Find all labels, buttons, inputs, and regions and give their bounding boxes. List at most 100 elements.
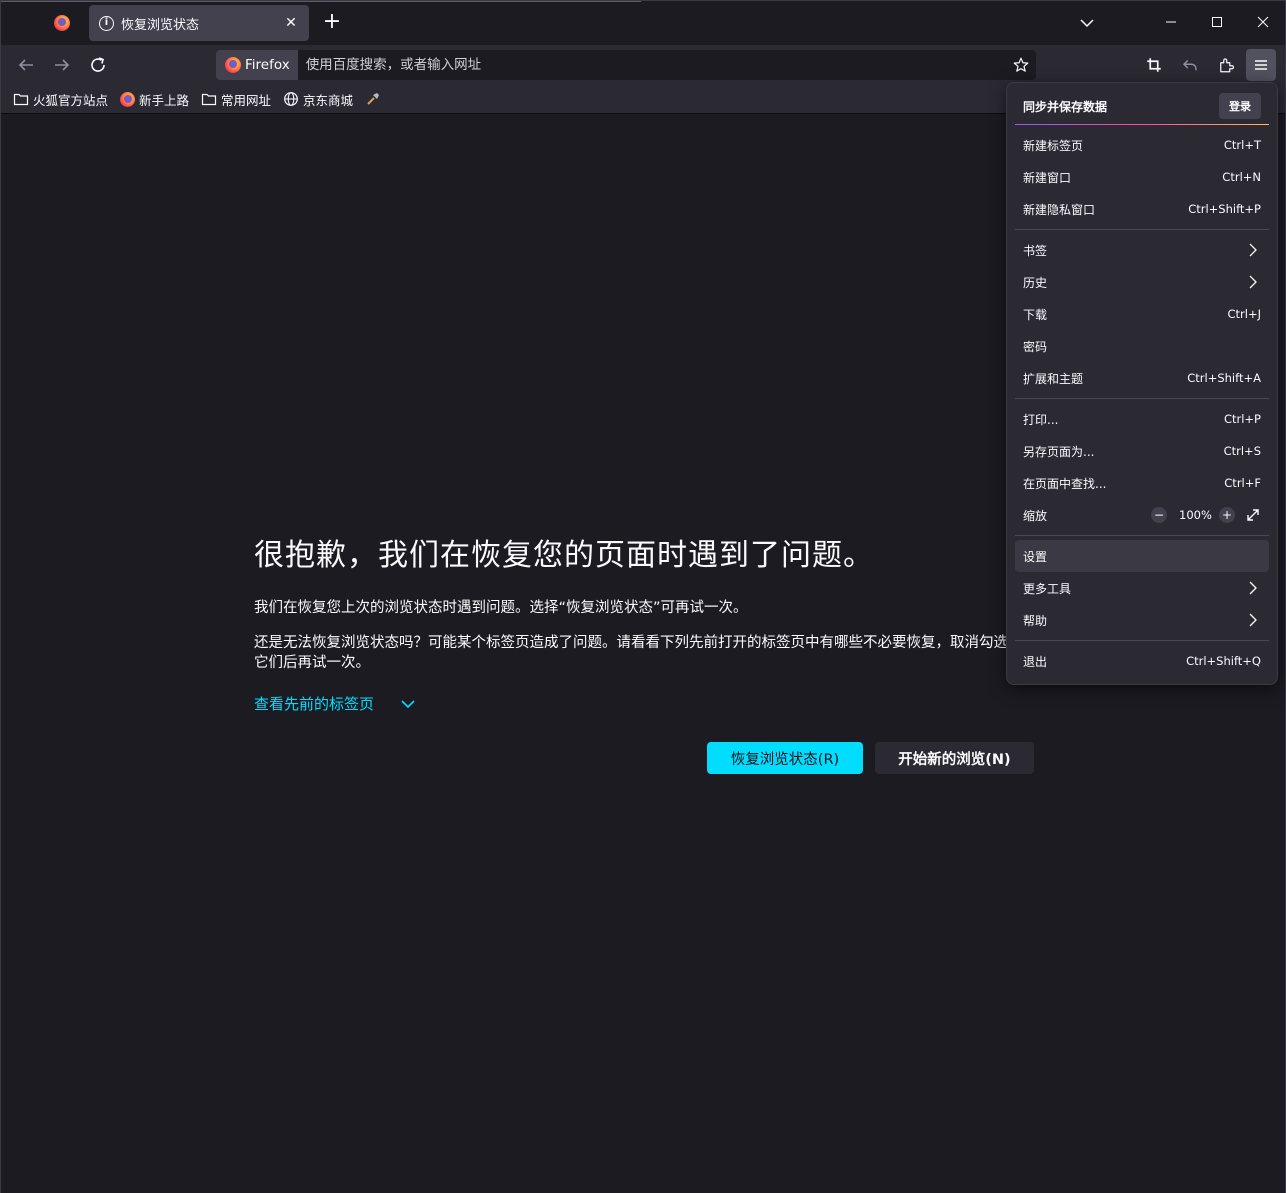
zoom-level[interactable]: 100% bbox=[1179, 508, 1212, 522]
menu-item-downloads[interactable]: 下载 Ctrl+J bbox=[1015, 298, 1269, 330]
menu-item-shortcut: Ctrl+T bbox=[1223, 138, 1261, 152]
gradient-separator bbox=[1015, 124, 1269, 125]
bookmark-label: 新手上路 bbox=[139, 92, 190, 108]
new-tab-button[interactable]: + bbox=[319, 10, 345, 36]
menu-item-shortcut: Ctrl+P bbox=[1223, 412, 1261, 426]
menu-item-label: 新建标签页 bbox=[1023, 138, 1084, 153]
menu-item-label: 新建窗口 bbox=[1023, 170, 1072, 185]
menu-item-label: 帮助 bbox=[1023, 613, 1048, 628]
maximize-icon[interactable] bbox=[1202, 9, 1232, 35]
menu-item-zoom: 缩放 − 100% + bbox=[1015, 499, 1269, 531]
back-arrow-icon[interactable] bbox=[14, 53, 38, 77]
menu-item-shortcut: Ctrl+N bbox=[1222, 170, 1261, 184]
menu-item-shortcut: Ctrl+Shift+Q bbox=[1186, 654, 1261, 668]
menu-item-addons[interactable]: 扩展和主题 Ctrl+Shift+A bbox=[1015, 362, 1269, 394]
menu-item-label: 在页面中查找... bbox=[1023, 476, 1107, 491]
firefox-icon bbox=[225, 57, 241, 73]
menu-item-label: 历史 bbox=[1023, 275, 1048, 290]
zoom-out-button[interactable]: − bbox=[1151, 507, 1167, 523]
minimize-icon[interactable] bbox=[1156, 9, 1186, 35]
menu-separator bbox=[1015, 398, 1269, 399]
chevron-right-icon bbox=[1249, 613, 1257, 627]
forward-arrow-icon[interactable] bbox=[50, 53, 74, 77]
restore-session-button[interactable]: 恢复浏览状态(R) bbox=[707, 742, 863, 774]
error-hint: 还是无法恢复浏览状态吗？可能某个标签页造成了问题。请看看下列先前打开的标签页中有… bbox=[254, 635, 1008, 671]
tab-list-chevron-down-icon[interactable] bbox=[1075, 11, 1099, 35]
reload-icon[interactable] bbox=[86, 53, 110, 77]
bookmark-label: 火狐官方站点 bbox=[33, 92, 109, 108]
tab-close-icon[interactable]: ✕ bbox=[283, 15, 299, 31]
menu-item-print[interactable]: 打印... Ctrl+P bbox=[1015, 403, 1269, 435]
menu-item-label: 更多工具 bbox=[1023, 581, 1072, 596]
bookmark-star-icon[interactable] bbox=[1006, 50, 1036, 80]
browser-window: i 恢复浏览状态 ✕ + Firefox 使用百度搜索，或者输入网址 火狐官方站… bbox=[0, 0, 1286, 1193]
hamburger-menu-icon[interactable] bbox=[1246, 49, 1276, 81]
undo-close-tab-icon[interactable] bbox=[1178, 53, 1202, 77]
navigation-toolbar: Firefox bbox=[1, 45, 1285, 85]
menu-item-label: 退出 bbox=[1023, 654, 1048, 669]
menu-item-bookmarks[interactable]: 书签 bbox=[1015, 234, 1269, 266]
bookmark-item[interactable]: 京东商城 bbox=[283, 90, 353, 109]
menu-item-shortcut: Ctrl+J bbox=[1227, 307, 1262, 321]
menu-item-label: 设置 bbox=[1023, 549, 1048, 564]
menu-item-label: 下载 bbox=[1023, 307, 1048, 322]
login-button[interactable]: 登录 bbox=[1219, 93, 1261, 119]
zoom-controls: − 100% + bbox=[1151, 507, 1261, 523]
menu-item-label: 新建隐私窗口 bbox=[1023, 202, 1096, 217]
menu-item-new-private-window[interactable]: 新建隐私窗口 Ctrl+Shift+P bbox=[1015, 193, 1269, 225]
chevron-right-icon bbox=[1249, 275, 1257, 289]
chevron-down-icon bbox=[401, 699, 415, 708]
bookmark-item[interactable]: 常用网址 bbox=[201, 90, 271, 109]
menu-separator bbox=[1015, 640, 1269, 641]
menu-item-shortcut: Ctrl+Shift+A bbox=[1187, 371, 1261, 385]
error-description: 我们在恢复您上次的浏览状态时遇到问题。选择“恢复浏览状态”可再试一次。 bbox=[254, 600, 748, 616]
identity-box[interactable]: Firefox bbox=[216, 50, 298, 80]
bookmark-item[interactable]: 火狐官方站点 bbox=[13, 90, 108, 109]
menu-item-find-in-page[interactable]: 在页面中查找... Ctrl+F bbox=[1015, 467, 1269, 499]
error-title: 很抱歉，我们在恢复您的页面时遇到了问题。 bbox=[254, 538, 874, 573]
chevron-right-icon bbox=[1249, 581, 1257, 595]
zoom-in-button[interactable]: + bbox=[1219, 507, 1235, 523]
menu-item-passwords[interactable]: 密码 bbox=[1015, 330, 1269, 362]
menu-item-save-page[interactable]: 另存页面为... Ctrl+S bbox=[1015, 435, 1269, 467]
tab-title: 恢复浏览状态 bbox=[121, 17, 200, 33]
bookmarklet-hammer-icon[interactable] bbox=[365, 91, 385, 107]
menu-item-shortcut: Ctrl+Shift+P bbox=[1188, 202, 1261, 216]
app-menu-panel: 同步并保存数据 登录 新建标签页 Ctrl+T 新建窗口 Ctrl+N 新建隐私… bbox=[1006, 82, 1278, 685]
identity-label: Firefox bbox=[245, 57, 290, 73]
url-input[interactable] bbox=[297, 50, 1006, 80]
screenshot-crop-icon[interactable] bbox=[1142, 53, 1166, 77]
bookmark-label: 京东商城 bbox=[303, 92, 354, 108]
folder-icon bbox=[13, 93, 29, 106]
menu-separator bbox=[1015, 229, 1269, 230]
sync-header: 同步并保存数据 登录 bbox=[1015, 91, 1269, 121]
menu-item-new-window[interactable]: 新建窗口 Ctrl+N bbox=[1015, 161, 1269, 193]
menu-item-label: 另存页面为... bbox=[1023, 444, 1095, 459]
menu-item-help[interactable]: 帮助 bbox=[1015, 604, 1269, 636]
tab-strip: i 恢复浏览状态 ✕ + bbox=[1, 1, 1285, 45]
menu-item-quit[interactable]: 退出 Ctrl+Shift+Q bbox=[1015, 645, 1269, 677]
bookmark-label: 常用网址 bbox=[221, 92, 272, 108]
window-close-icon[interactable] bbox=[1248, 9, 1278, 35]
menu-item-new-tab[interactable]: 新建标签页 Ctrl+T bbox=[1015, 129, 1269, 161]
start-new-session-button[interactable]: 开始新的浏览(N) bbox=[875, 742, 1034, 774]
view-previous-tabs-label: 查看先前的标签页 bbox=[254, 695, 375, 713]
menu-item-label: 扩展和主题 bbox=[1023, 371, 1084, 386]
firefox-view-icon[interactable] bbox=[54, 15, 70, 31]
menu-item-label: 打印... bbox=[1023, 412, 1059, 427]
bookmark-item[interactable]: 新手上路 bbox=[120, 90, 189, 109]
extensions-puzzle-icon[interactable] bbox=[1214, 53, 1238, 77]
chevron-right-icon bbox=[1249, 243, 1257, 257]
menu-item-label: 缩放 bbox=[1023, 508, 1048, 523]
tabstrip-top-line bbox=[1, 1, 641, 2]
menu-item-settings[interactable]: 设置 bbox=[1015, 540, 1269, 572]
menu-item-history[interactable]: 历史 bbox=[1015, 266, 1269, 298]
fullscreen-icon[interactable] bbox=[1245, 507, 1261, 523]
url-bar: Firefox bbox=[216, 50, 1036, 80]
view-previous-tabs-toggle[interactable]: 查看先前的标签页 bbox=[254, 693, 416, 714]
tab-restore-session[interactable]: i 恢复浏览状态 ✕ bbox=[89, 5, 309, 41]
menu-separator bbox=[1015, 535, 1269, 536]
menu-item-shortcut: Ctrl+S bbox=[1223, 444, 1261, 458]
globe-icon bbox=[284, 92, 298, 106]
menu-item-more-tools[interactable]: 更多工具 bbox=[1015, 572, 1269, 604]
